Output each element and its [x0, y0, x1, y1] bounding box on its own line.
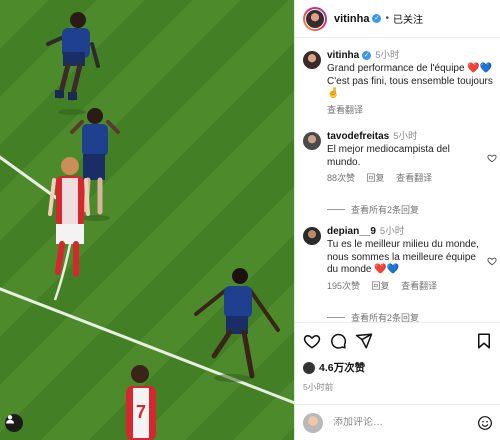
- separator-dot: •: [385, 13, 389, 24]
- heart-icon[interactable]: [303, 332, 321, 350]
- translate-link[interactable]: 查看翻译: [396, 173, 432, 183]
- comment-text: Tu es le meilleur milieu du monde, nous …: [327, 238, 479, 276]
- comment-time: 5小时: [393, 131, 418, 142]
- comment-time: 5小时: [379, 226, 405, 237]
- comment-likes[interactable]: 195次赞: [327, 281, 360, 291]
- post-actions: 4.6万次赞 5小时前: [295, 322, 500, 404]
- commenter-avatar[interactable]: [303, 227, 321, 245]
- comment-heart-icon[interactable]: [487, 256, 497, 266]
- view-replies-link[interactable]: 查看所有2条回复: [327, 311, 419, 322]
- caption: vitinha ✓ 5小时 Grand performance de l'équip…: [303, 50, 495, 117]
- verified-icon: ✓: [372, 14, 382, 23]
- comment-input[interactable]: [333, 417, 477, 428]
- comment-composer: [295, 404, 500, 440]
- commenter-username[interactable]: depian__9: [327, 226, 376, 237]
- player-arsenal-1: [48, 157, 90, 277]
- author-avatar[interactable]: [303, 6, 327, 31]
- likes-count[interactable]: 4.6万次赞: [319, 360, 365, 375]
- share-icon[interactable]: [355, 332, 373, 350]
- pitch-graphic: 7: [0, 12, 294, 440]
- liker-avatar: [303, 361, 315, 374]
- author-username[interactable]: vitinha: [334, 13, 369, 25]
- player-arsenal-7: 7: [126, 365, 156, 440]
- comment-item: tavodefreitas 5小时 El mejor mediocampista …: [303, 131, 495, 185]
- caption-translate-link[interactable]: 查看翻译: [327, 105, 363, 115]
- posted-time: 5小时前: [303, 382, 334, 392]
- comment-heart-icon[interactable]: [487, 153, 497, 163]
- post-photo[interactable]: 7: [0, 0, 294, 440]
- comments-feed[interactable]: vitinha ✓ 5小时 Grand performance de l'équip…: [295, 38, 500, 322]
- comment-item: depian__9 5小时 Tu es le meilleur milieu du…: [303, 226, 495, 293]
- comment-icon[interactable]: [329, 332, 347, 350]
- view-replies-link[interactable]: 查看所有2条回复: [327, 203, 419, 216]
- emoji-icon[interactable]: [477, 415, 493, 431]
- verified-icon: ✓: [362, 50, 372, 60]
- commenter-avatar[interactable]: [303, 132, 321, 150]
- reply-button[interactable]: 回复: [372, 281, 390, 291]
- user-tag-icon[interactable]: [5, 414, 23, 432]
- bookmark-icon[interactable]: [475, 332, 493, 350]
- reply-button[interactable]: 回复: [367, 173, 385, 183]
- caption-text: Grand performance de l'équipe ❤️💙 C'est …: [327, 62, 493, 100]
- post-header: vitinha ✓ • 已关注: [295, 0, 500, 38]
- caption-username[interactable]: vitinha: [327, 50, 359, 61]
- post-detail-panel: vitinha ✓ • 已关注 vitinha ✓ 5小时 Grand perfor…: [294, 0, 500, 440]
- comment-text: El mejor mediocampista del mundo.: [327, 143, 450, 168]
- following-button[interactable]: 已关注: [393, 11, 423, 26]
- caption-avatar[interactable]: [303, 51, 321, 69]
- caption-time: 5小时: [375, 50, 400, 61]
- commenter-username[interactable]: tavodefreitas: [327, 131, 389, 142]
- svg-text:7: 7: [136, 402, 146, 422]
- current-user-avatar: [303, 412, 323, 433]
- player-psg-1: [46, 12, 100, 115]
- comment-likes[interactable]: 88次赞: [327, 173, 355, 183]
- player-psg-3: [194, 268, 280, 382]
- translate-link[interactable]: 查看翻译: [401, 281, 437, 291]
- likes-row[interactable]: 4.6万次赞: [303, 360, 493, 375]
